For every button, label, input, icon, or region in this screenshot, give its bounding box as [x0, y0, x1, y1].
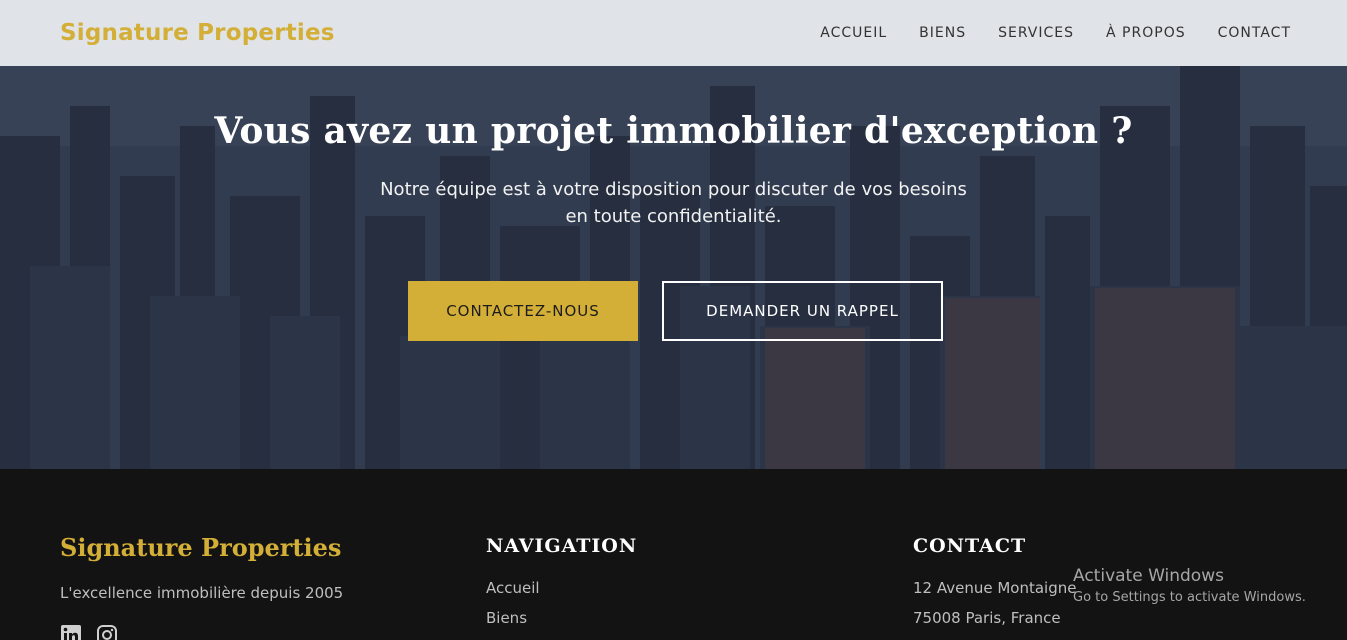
footer-navigation-column: NAVIGATION Accueil Biens [486, 469, 637, 627]
footer-contact-heading: CONTACT [913, 535, 1027, 557]
contact-address-street: 12 Avenue Montaigne [913, 579, 1077, 597]
nav-a-propos[interactable]: À PROPOS [1106, 25, 1186, 41]
site-header: Signature Properties ACCUEIL BIENS SERVI… [0, 0, 1347, 66]
footer-contact-column: CONTACT 12 Avenue Montaigne 75008 Paris,… [913, 469, 1076, 627]
nav-accueil[interactable]: ACCUEIL [820, 25, 887, 41]
instagram-icon[interactable] [96, 624, 118, 640]
hero-subtitle-line2: en toute confidentialité. [565, 206, 782, 227]
hero-buttons: CONTACTEZ-NOUS DEMANDER UN RAPPEL [408, 281, 943, 341]
footer-brand: Signature Properties [60, 533, 342, 562]
watermark-title: Activate Windows [1073, 566, 1224, 586]
footer-link-biens[interactable]: Biens [486, 609, 637, 627]
hero-section: Vous avez un projet immobilier d'excepti… [0, 66, 1347, 469]
main-nav: ACCUEIL BIENS SERVICES À PROPOS CONTACT [788, 25, 1291, 41]
contact-address-city: 75008 Paris, France [913, 609, 1061, 627]
hero-content: Vous avez un projet immobilier d'excepti… [0, 66, 1347, 230]
footer-brand-column: Signature Properties L'excellence immobi… [60, 469, 343, 640]
contact-us-button[interactable]: CONTACTEZ-NOUS [408, 281, 638, 341]
site-logo[interactable]: Signature Properties [60, 20, 335, 46]
request-callback-button[interactable]: DEMANDER UN RAPPEL [662, 281, 943, 341]
footer-link-accueil[interactable]: Accueil [486, 579, 637, 597]
footer-tagline: L'excellence immobilière depuis 2005 [60, 584, 344, 602]
hero-title: Vous avez un projet immobilier d'excepti… [214, 110, 1133, 152]
nav-biens[interactable]: BIENS [919, 25, 966, 41]
footer-navigation-heading: NAVIGATION [486, 535, 638, 557]
linkedin-icon[interactable] [60, 624, 82, 640]
nav-contact[interactable]: CONTACT [1218, 25, 1291, 41]
watermark-subtitle: Go to Settings to activate Windows. [1073, 590, 1306, 605]
windows-activation-watermark: Activate Windows Go to Settings to activ… [1073, 566, 1306, 605]
nav-services[interactable]: SERVICES [998, 25, 1074, 41]
hero-subtitle-line1: Notre équipe est à votre disposition pou… [380, 179, 967, 200]
social-links [60, 624, 343, 640]
site-footer: Signature Properties L'excellence immobi… [0, 469, 1347, 640]
